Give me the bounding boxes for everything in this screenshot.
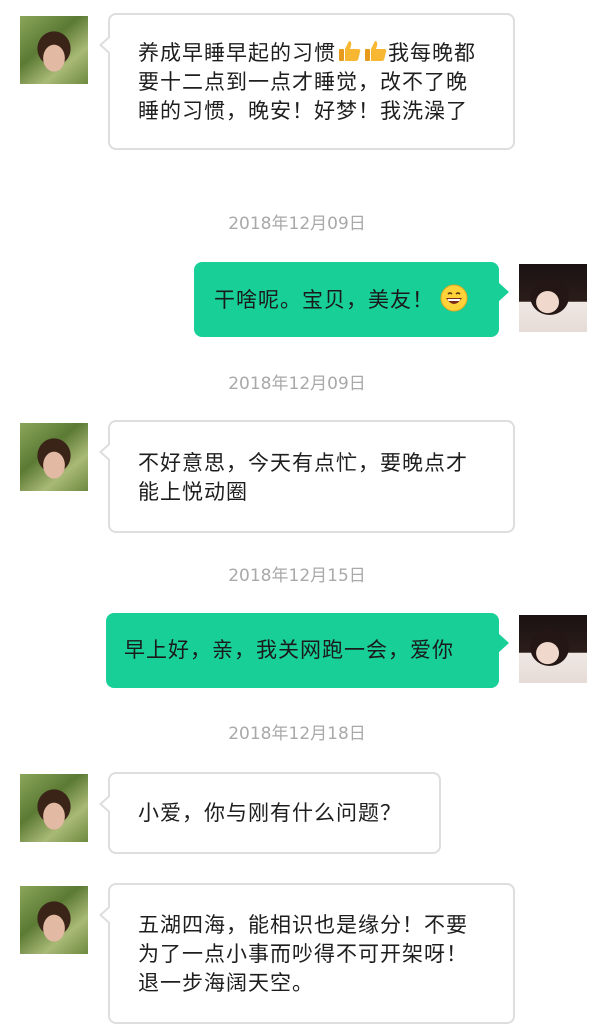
message-text: 五湖四海，能相识也是缘分！不要为了一点小事而吵得不可开架呀！退一步海阔天空。 bbox=[138, 913, 468, 995]
thumbs-up-icon bbox=[339, 41, 361, 61]
thumbs-up-icon bbox=[365, 41, 387, 61]
message-text: 小爱，你与刚有什么问题？ bbox=[138, 801, 402, 825]
timestamp: 2018年12月18日 bbox=[228, 724, 366, 744]
chat-history: 养成早睡早起的习惯 我每晚都要十二点到一点才睡觉，改不了晚睡的习惯，晚安！好梦！我… bbox=[0, 0, 594, 1024]
grin-emoji-icon bbox=[440, 284, 468, 312]
incoming-message[interactable]: 小爱，你与刚有什么问题？ bbox=[99, 772, 441, 854]
contact-avatar[interactable] bbox=[20, 886, 88, 954]
incoming-message[interactable]: 不好意思，今天有点忙，要晚点才能上悦动圈 bbox=[99, 420, 515, 533]
my-avatar[interactable] bbox=[519, 264, 587, 332]
outgoing-message[interactable]: 早上好，亲，我关网跑一会，爱你 bbox=[106, 613, 509, 688]
contact-avatar[interactable] bbox=[20, 16, 88, 84]
contact-avatar[interactable] bbox=[20, 423, 88, 491]
message-text: 不好意思，今天有点忙，要晚点才能上悦动圈 bbox=[138, 451, 468, 504]
message-text: 早上好，亲，我关网跑一会，爱你 bbox=[124, 638, 454, 662]
incoming-message[interactable]: 五湖四海，能相识也是缘分！不要为了一点小事而吵得不可开架呀！退一步海阔天空。 bbox=[99, 883, 515, 1024]
outgoing-message[interactable]: 干啥呢。宝贝，美友！ bbox=[194, 262, 509, 337]
message-text: 干啥呢。宝贝，美友！ bbox=[214, 288, 434, 312]
incoming-message[interactable]: 养成早睡早起的习惯 我每晚都要十二点到一点才睡觉，改不了晚睡的习惯，晚安！好梦！我… bbox=[99, 13, 515, 150]
timestamp: 2018年12月15日 bbox=[228, 566, 366, 586]
my-avatar[interactable] bbox=[519, 615, 587, 683]
timestamp: 2018年12月09日 bbox=[228, 214, 366, 234]
contact-avatar[interactable] bbox=[20, 774, 88, 842]
message-text: 养成早睡早起的习惯 bbox=[138, 41, 336, 65]
timestamp: 2018年12月09日 bbox=[228, 374, 366, 394]
